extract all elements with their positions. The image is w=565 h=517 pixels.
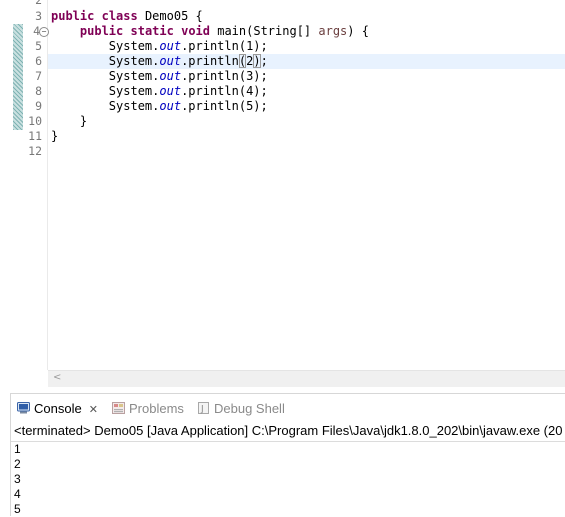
line-number: 2 bbox=[35, 0, 42, 7]
code-line-8[interactable]: System.out.println(4); bbox=[51, 84, 565, 99]
code-text: .println(5); bbox=[181, 99, 268, 113]
line-number: 8 bbox=[35, 84, 42, 98]
line-number: 5 bbox=[35, 39, 42, 53]
horizontal-scrollbar[interactable]: < bbox=[48, 370, 565, 387]
line-number: 10 bbox=[28, 114, 42, 128]
code-line-4[interactable]: public static void main(String[] args) { bbox=[51, 24, 565, 39]
tab-console-label: Console bbox=[34, 401, 82, 416]
keyword: void bbox=[181, 24, 210, 38]
keyword: public bbox=[79, 24, 124, 38]
console-output-line: 3 bbox=[14, 472, 21, 486]
console-output-line: 5 bbox=[14, 502, 21, 516]
line-number: 11 bbox=[28, 129, 42, 143]
code-line-10[interactable]: } bbox=[51, 114, 565, 129]
code-line-3[interactable]: public class Demo05 { bbox=[51, 9, 565, 24]
line-number: 7 bbox=[35, 69, 42, 83]
tab-problems[interactable]: Problems bbox=[112, 400, 184, 418]
code-text: .println(4); bbox=[181, 84, 268, 98]
console-header-divider bbox=[11, 441, 565, 442]
code-text: .println(3); bbox=[181, 69, 268, 83]
keyword: public bbox=[51, 9, 95, 23]
line-number: 3 bbox=[35, 9, 42, 23]
code-line-6[interactable]: System.out.println(2); bbox=[51, 54, 565, 69]
close-icon[interactable]: ✕ bbox=[89, 404, 98, 416]
code-text: System. bbox=[108, 39, 160, 53]
code-text: System. bbox=[108, 99, 160, 113]
code-text: System. bbox=[108, 69, 160, 83]
panel-tab-bar: Console ✕ Problems J Debug Shell bbox=[10, 393, 565, 422]
keyword: class bbox=[101, 9, 138, 23]
code-text: Demo05 { bbox=[137, 9, 203, 23]
console-output-line: 4 bbox=[14, 487, 21, 501]
code-line-7[interactable]: System.out.println(3); bbox=[51, 69, 565, 84]
console-status-header: <terminated> Demo05 [Java Application] C… bbox=[14, 423, 563, 438]
code-line-11[interactable]: } bbox=[51, 129, 565, 144]
tab-debug-shell[interactable]: J Debug Shell bbox=[197, 400, 285, 418]
parameter: args bbox=[318, 24, 348, 38]
console-output-line: 2 bbox=[14, 457, 21, 471]
matching-bracket: ( bbox=[238, 54, 247, 68]
code-editor[interactable]: 2 3 4 − 5 6 7 8 9 10 11 12 public class … bbox=[0, 0, 565, 370]
console-output-line: 1 bbox=[14, 442, 21, 456]
line-number: 12 bbox=[28, 144, 42, 158]
scrollbar-gutter bbox=[0, 370, 48, 387]
static-field: out bbox=[159, 84, 182, 98]
code-text: System. bbox=[108, 84, 160, 98]
tab-debug-shell-label: Debug Shell bbox=[214, 401, 285, 416]
static-field: out bbox=[159, 54, 182, 68]
code-text: ) { bbox=[347, 24, 369, 38]
code-text: .println bbox=[181, 54, 239, 68]
matching-bracket: ) bbox=[253, 54, 261, 68]
code-text: System. bbox=[108, 54, 160, 68]
scroll-left-arrow-icon[interactable]: < bbox=[53, 372, 61, 383]
static-field: out bbox=[159, 99, 182, 113]
code-text: .println(1); bbox=[181, 39, 268, 53]
code-line-9[interactable]: System.out.println(5); bbox=[51, 99, 565, 114]
code-text: ; bbox=[260, 54, 268, 68]
collapse-fold-icon[interactable]: − bbox=[39, 27, 49, 37]
console-icon bbox=[17, 402, 30, 414]
static-field: out bbox=[159, 39, 182, 53]
svg-text:J: J bbox=[200, 405, 204, 415]
change-marker bbox=[13, 24, 23, 130]
code-text: main(String[] bbox=[210, 24, 319, 38]
tab-problems-label: Problems bbox=[129, 401, 184, 416]
problems-icon bbox=[112, 402, 125, 414]
debug-shell-icon: J bbox=[198, 402, 209, 415]
line-number: 6 bbox=[35, 54, 42, 68]
tab-console[interactable]: Console ✕ bbox=[17, 400, 98, 418]
line-number: 4 bbox=[33, 24, 40, 38]
static-field: out bbox=[159, 69, 182, 83]
line-number: 9 bbox=[35, 99, 42, 113]
keyword: static bbox=[130, 24, 174, 38]
overview-strip bbox=[0, 0, 12, 370]
code-line-5[interactable]: System.out.println(1); bbox=[51, 39, 565, 54]
